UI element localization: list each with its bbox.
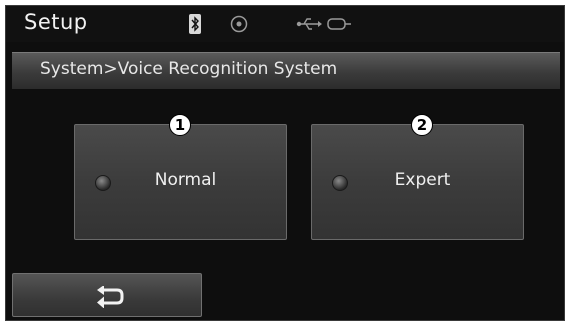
- expert-mode-label: Expert: [394, 170, 451, 190]
- breadcrumb: System>Voice Recognition System: [40, 59, 338, 79]
- normal-mode-button[interactable]: Normal: [74, 124, 287, 240]
- aux-icon: [327, 18, 351, 30]
- status-bar: Setup: [6, 6, 564, 42]
- expert-mode-button[interactable]: Expert: [311, 124, 524, 240]
- usb-icon: [296, 18, 322, 30]
- setup-screen: Setup System>Voice Recognition System No…: [5, 5, 565, 321]
- breadcrumb-bar: System>Voice Recognition System: [12, 52, 560, 89]
- back-arrow-icon: [97, 286, 124, 308]
- callout-marker-1: 1: [169, 114, 191, 136]
- back-button[interactable]: [12, 273, 202, 317]
- disc-icon: [230, 15, 248, 33]
- bluetooth-icon: [189, 14, 201, 34]
- screen-title: Setup: [24, 10, 88, 34]
- normal-mode-label: Normal: [154, 170, 217, 190]
- callout-marker-2: 2: [411, 114, 433, 136]
